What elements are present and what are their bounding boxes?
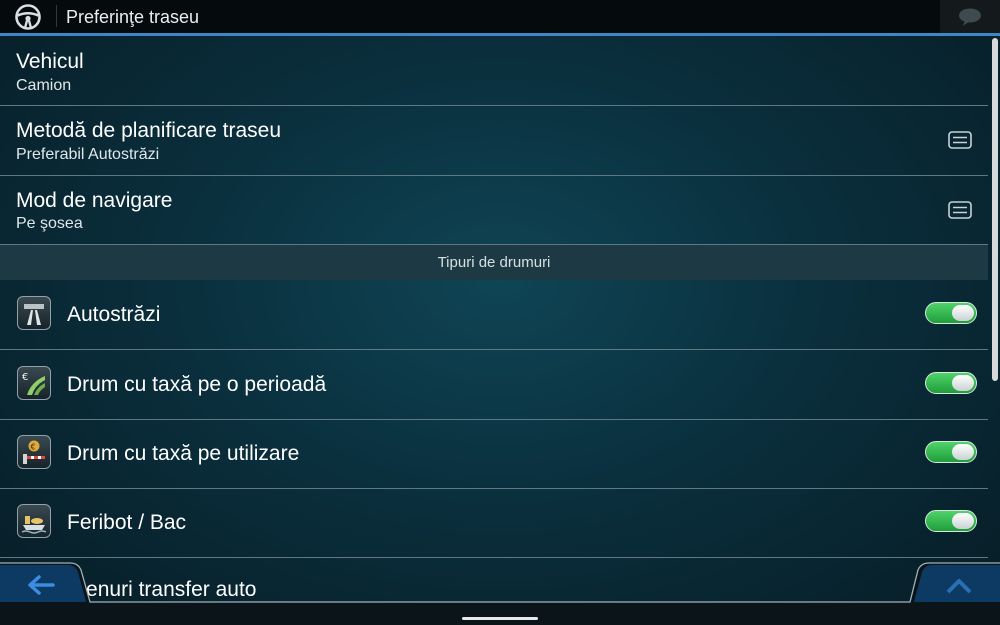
setting-value: Preferabil Autostrăzi: [16, 146, 160, 163]
setting-label: Metodă de planificare traseu: [16, 119, 281, 142]
ferry-toggle[interactable]: [925, 510, 977, 532]
setting-vehicle[interactable]: Vehicul Camion: [0, 36, 988, 106]
page-title: Preferinţe traseu: [66, 7, 200, 27]
road-type-label: Feribot / Bac: [67, 511, 187, 534]
speech-bubble-icon: [959, 8, 981, 26]
back-arrow-icon[interactable]: [27, 575, 55, 595]
road-type-row-ferry[interactable]: Feribot / Bac: [0, 488, 988, 558]
setting-label: Vehicul: [16, 50, 84, 73]
toll-period-icon: €: [17, 366, 51, 400]
highway-icon: [17, 296, 51, 330]
list-icon[interactable]: [948, 201, 972, 219]
title-divider: [56, 5, 57, 27]
toll-use-icon: €: [17, 435, 51, 469]
setting-value: Camion: [16, 77, 72, 94]
highways-toggle[interactable]: [925, 302, 977, 324]
road-type-row-highways[interactable]: Autostrăzi: [0, 280, 988, 350]
list-icon[interactable]: [948, 131, 972, 149]
road-type-row-toll-period[interactable]: € Drum cu taxă pe o perioadă: [0, 350, 988, 420]
section-header-road-types: Tipuri de drumuri: [0, 245, 988, 280]
road-type-row-toll-use[interactable]: € Drum cu taxă pe utilizare: [0, 419, 988, 489]
messages-button[interactable]: [940, 0, 1000, 33]
setting-label: Mod de navigare: [16, 189, 173, 212]
steering-wheel-icon[interactable]: [14, 3, 42, 31]
road-type-label: Autostrăzi: [67, 303, 161, 326]
system-home-indicator[interactable]: [462, 617, 538, 620]
road-type-label: Drum cu taxă pe o perioadă: [67, 373, 327, 396]
setting-navigation-mode[interactable]: Mod de navigare Pe şosea: [0, 176, 988, 245]
bottom-navigation-bar: [0, 562, 1000, 625]
ferry-icon: [17, 504, 51, 538]
top-bar: Preferinţe traseu: [0, 0, 1000, 36]
setting-value: Pe şosea: [16, 215, 83, 232]
toll-use-toggle[interactable]: [925, 441, 977, 463]
scrollbar[interactable]: [992, 38, 998, 381]
svg-text:€: €: [31, 443, 36, 452]
road-type-label: Drum cu taxă pe utilizare: [67, 442, 300, 465]
svg-text:€: €: [22, 372, 28, 383]
toll-period-toggle[interactable]: [925, 372, 977, 394]
setting-route-planning-method[interactable]: Metodă de planificare traseu Preferabil …: [0, 106, 988, 176]
chevron-up-icon[interactable]: [946, 578, 972, 594]
